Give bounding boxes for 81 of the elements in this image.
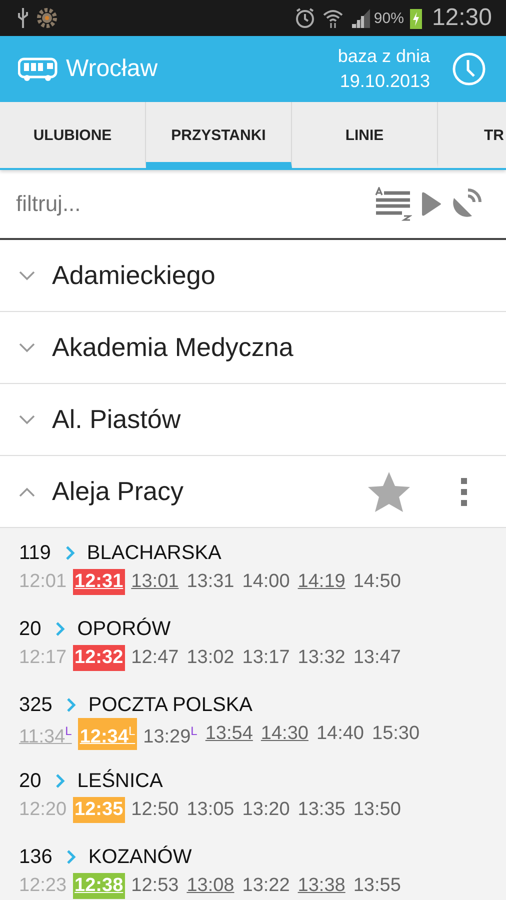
more-icon[interactable] [460, 476, 468, 506]
departure-time: 13:01 [130, 570, 180, 594]
direction-name: BLACHARSKA [86, 542, 222, 564]
app-title: Wrocław [66, 55, 158, 83]
departure-time: 12:01 [18, 570, 68, 594]
stop-name: Aleja Pracy [52, 476, 184, 507]
departure-time: 13:05 [186, 798, 236, 822]
battery-percent: 90% [374, 10, 404, 26]
sort-az-icon[interactable] [374, 187, 412, 221]
departure-time: 12:34$^{L}$ [78, 718, 138, 750]
line-number: 119 [19, 542, 51, 564]
chevron-right-icon [66, 697, 76, 713]
filter-field[interactable]: filtruj... [14, 190, 366, 218]
departure-time: 12:38 [72, 873, 126, 899]
direction-name: KOZANÓW [88, 846, 192, 868]
wifi-icon [322, 7, 344, 29]
departure-time: 13:17 [241, 646, 291, 670]
bus-icon [18, 56, 58, 82]
departure-time: 13:50 [352, 798, 402, 822]
line-number: 20 [19, 618, 42, 640]
departure-time: 13:55 [352, 874, 402, 898]
tab[interactable]: LINIE [292, 102, 438, 168]
tab[interactable]: ULUBIONE [0, 102, 146, 168]
star-icon[interactable] [366, 470, 412, 514]
departure-time: 13:38 [296, 874, 346, 898]
departure-time: 14:50 [352, 570, 402, 594]
line-number: 20 [19, 770, 42, 792]
chevron-right-icon [55, 773, 66, 789]
departure-time: 14:40 [315, 722, 365, 746]
stop-row[interactable]: Akademia Medyczna [0, 312, 506, 384]
database-date: 19.10.2013 [340, 70, 430, 93]
departure-time: 12:32 [72, 645, 126, 671]
departure-time: 13:22 [241, 874, 291, 898]
line-number: 325 [19, 694, 52, 716]
direction-name: LEŚNICA [77, 770, 163, 792]
departure-time: 13:20 [241, 798, 291, 822]
departure-time: 13:31 [186, 570, 236, 594]
stop-row[interactable]: Aleja Pracy [0, 456, 506, 528]
departure-time: 12:31 [72, 569, 126, 595]
alarm-icon [294, 7, 316, 29]
departure-time: 12:23 [18, 874, 68, 898]
tab[interactable]: TR [438, 102, 506, 168]
departure-time: 13:54 [204, 722, 254, 746]
departure-time: 12:20 [18, 798, 68, 822]
stop-name: Adamieckiego [52, 260, 216, 291]
stop-name: Akademia Medyczna [52, 332, 294, 363]
clock-time: 12:30 [432, 4, 492, 32]
line-number: 136 [19, 846, 52, 868]
direction-name: POCZTA POLSKA [88, 694, 252, 716]
departure-time: 12:35 [72, 797, 126, 823]
departure-time: 11:34$^{L}$ [18, 722, 73, 750]
usb-icon [16, 7, 30, 29]
departure-time: 13:32 [296, 646, 346, 670]
chevron-right-icon [55, 621, 66, 637]
clock-icon[interactable] [452, 52, 486, 86]
departure-time: 12:17 [18, 646, 68, 670]
departure-time: 15:30 [371, 722, 421, 746]
stop-name: Al. Piastów [52, 404, 181, 435]
chevron-right-icon [64, 545, 75, 561]
database-label: baza z dnia [338, 45, 430, 68]
direction-name: OPORÓW [77, 618, 171, 640]
filter-bar[interactable]: filtruj... [0, 170, 506, 240]
departure-time: 13:35 [296, 798, 346, 822]
gear-icon [36, 7, 58, 29]
departure-time: 13:08 [186, 874, 236, 898]
battery-charging-icon [410, 7, 422, 29]
departure-time: 12:47 [130, 646, 180, 670]
stop-row[interactable]: Adamieckiego [0, 240, 506, 312]
departure-time: 12:53 [130, 874, 180, 898]
departure-time: 14:30 [260, 722, 310, 746]
departure-time: 13:29$^{L}$ [142, 722, 198, 750]
signal-icon [350, 7, 372, 29]
departure-time: 12:50 [130, 798, 180, 822]
departure-time: 13:02 [186, 646, 236, 670]
play-icon[interactable] [420, 191, 442, 217]
departure-time: 14:19 [296, 570, 346, 594]
satellite-dish-icon[interactable] [450, 188, 482, 220]
departure-time: 14:00 [241, 570, 291, 594]
chevron-right-icon [66, 849, 76, 865]
departure-time: 13:47 [352, 646, 402, 670]
stop-row[interactable]: Al. Piastów [0, 384, 506, 456]
